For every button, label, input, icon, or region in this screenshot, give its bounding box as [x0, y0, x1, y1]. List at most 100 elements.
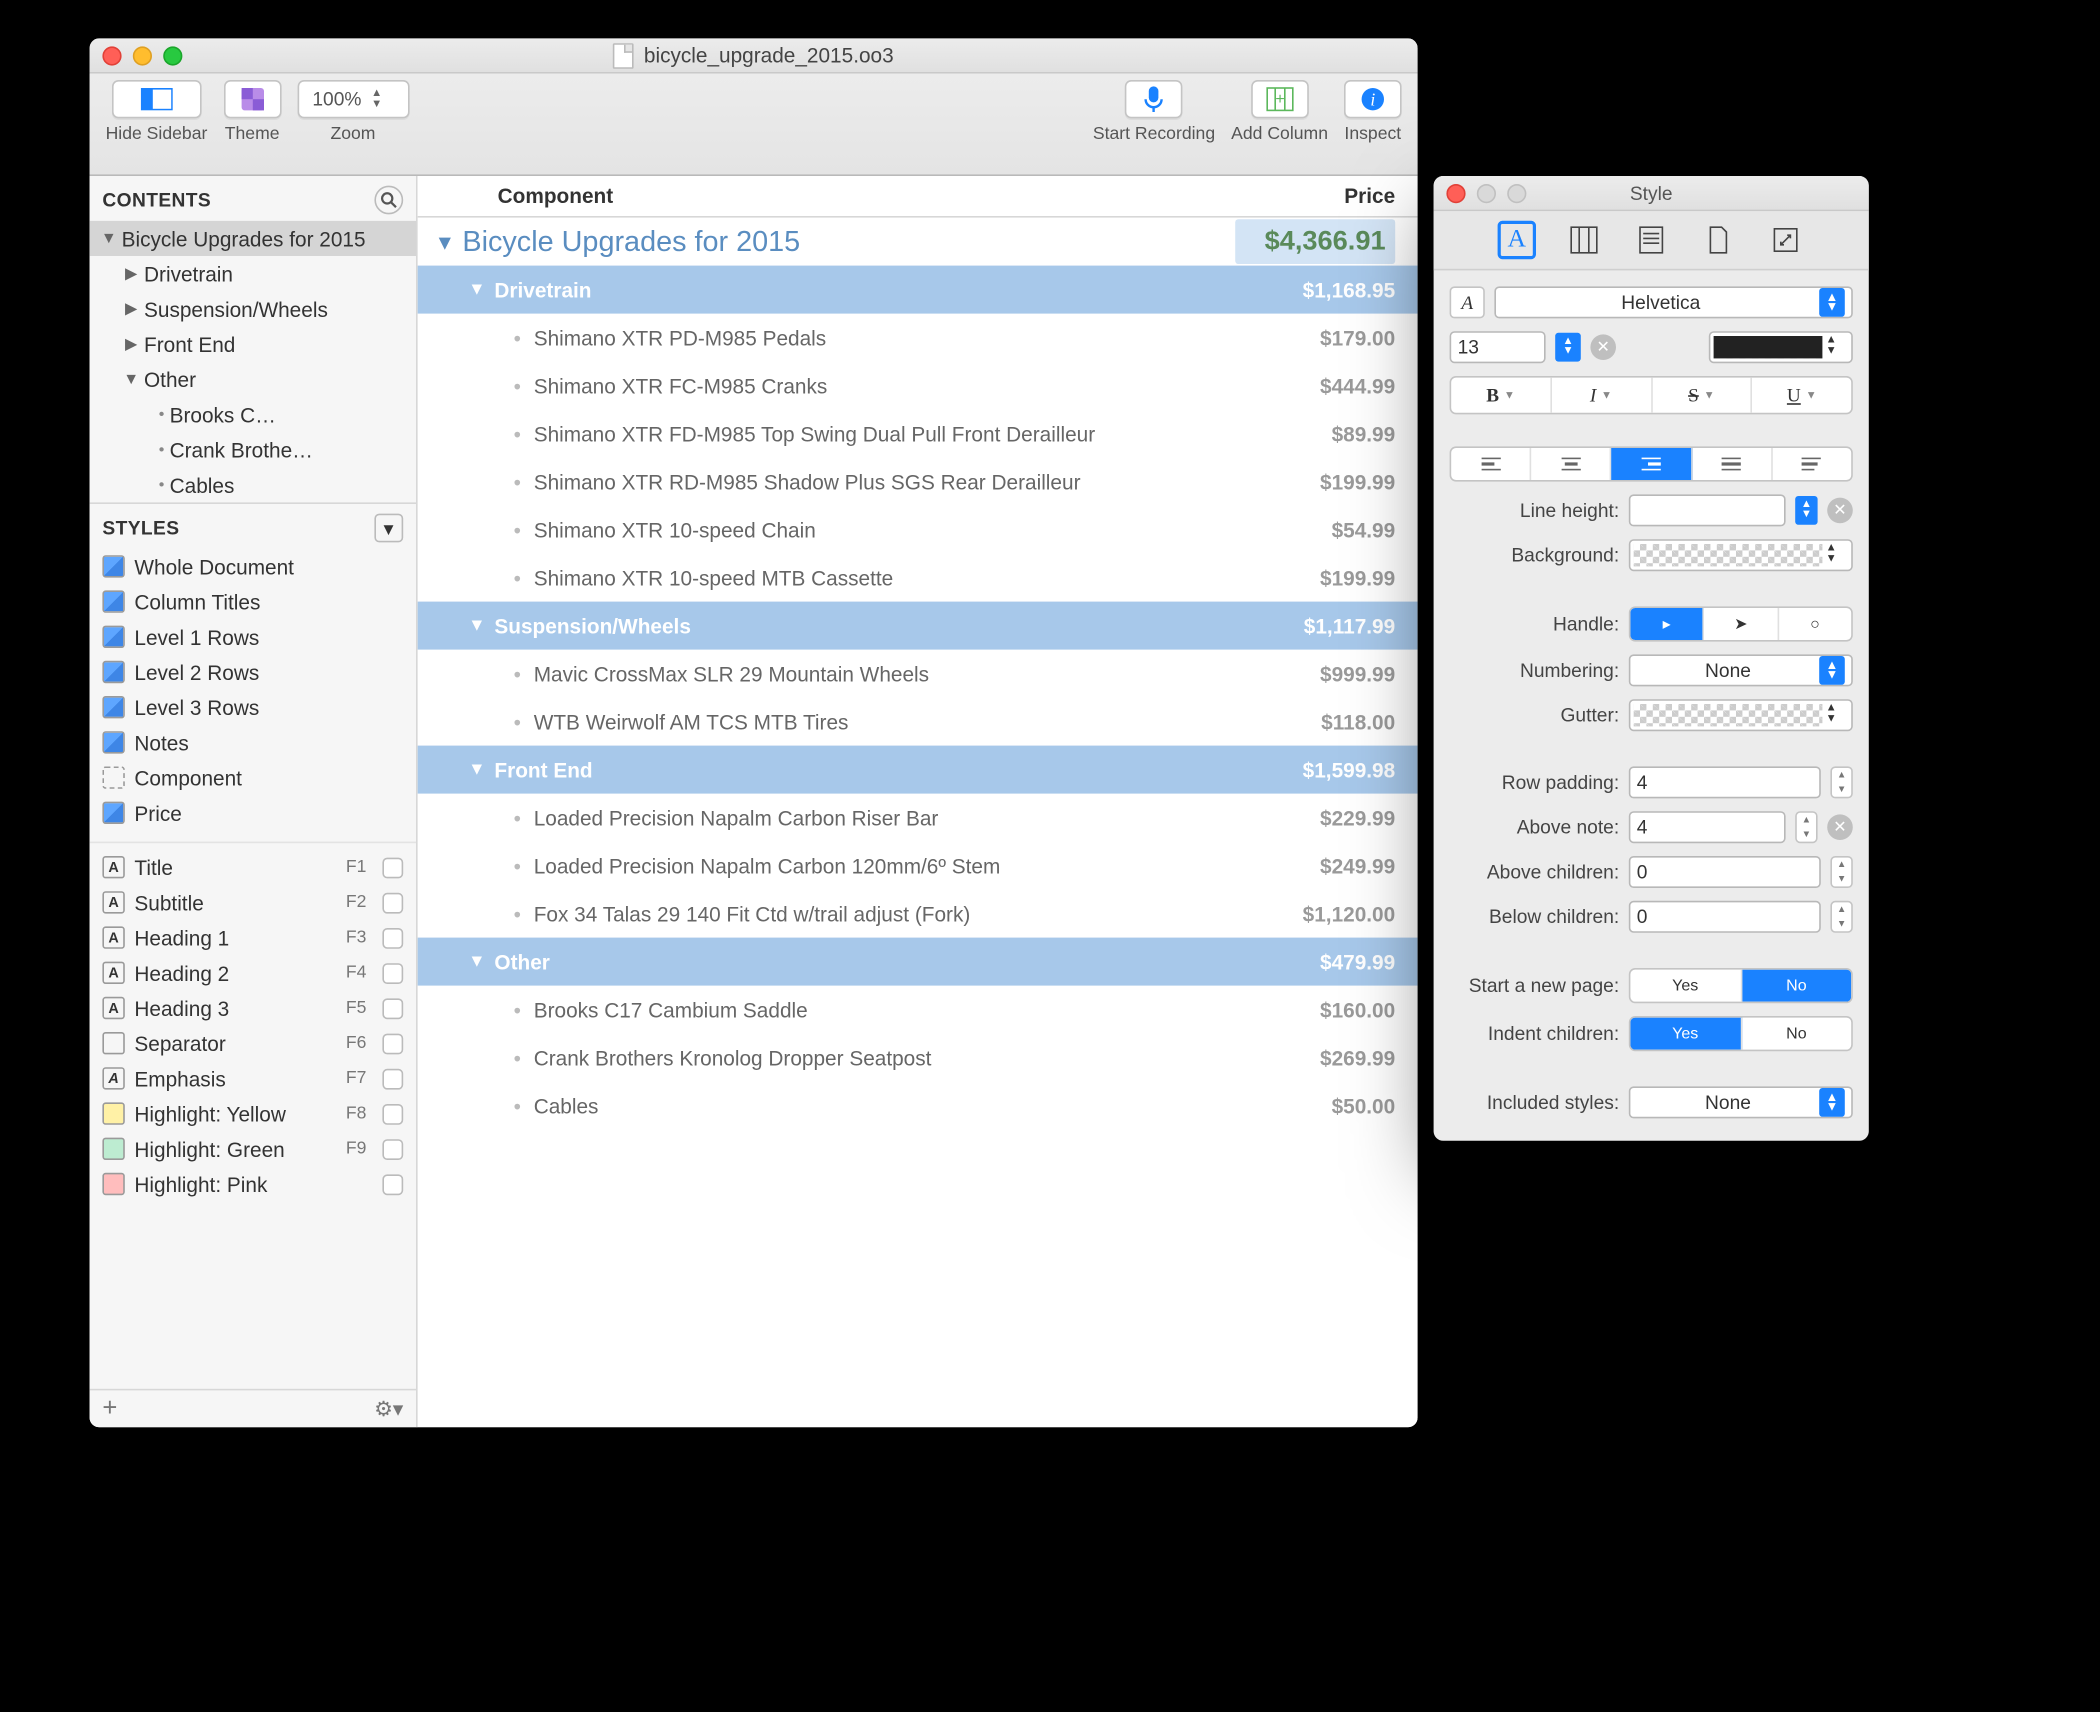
tree-row[interactable]: ▶Front End	[90, 326, 416, 361]
style-row[interactable]: ATitleF1	[90, 850, 416, 885]
style-row[interactable]: Level 1 Rows	[90, 619, 416, 654]
italic-button[interactable]: I▼	[1552, 378, 1652, 413]
style-row[interactable]: SeparatorF6	[90, 1026, 416, 1061]
outline-row[interactable]: •Shimano XTR FC-M985 Cranks$444.99	[418, 362, 1418, 410]
style-checkbox[interactable]	[382, 857, 403, 878]
theme-button[interactable]	[223, 80, 281, 118]
tree-row[interactable]: ▶Drivetrain	[90, 256, 416, 291]
clear-above-note-button[interactable]: ✕	[1827, 814, 1853, 840]
outline-row[interactable]: •Crank Brothers Kronolog Dropper Seatpos…	[418, 1034, 1418, 1082]
style-checkbox[interactable]	[382, 1174, 403, 1195]
outline-row[interactable]: ▼Other$479.99	[418, 938, 1418, 986]
outline-row[interactable]: •Fox 34 Talas 29 140 Fit Ctd w/trail adj…	[418, 890, 1418, 938]
align-center-button[interactable]	[1532, 448, 1612, 480]
search-icon[interactable]	[374, 186, 403, 215]
window-zoom-button[interactable]	[163, 46, 182, 65]
window-minimize-button[interactable]	[133, 46, 152, 65]
below-children-stepper[interactable]: ▲▼	[1830, 901, 1852, 933]
outline-row[interactable]: •Cables$50.00	[418, 1082, 1418, 1130]
align-justify-button[interactable]	[1692, 448, 1772, 480]
clear-line-height-button[interactable]: ✕	[1827, 498, 1853, 524]
style-checkbox[interactable]	[382, 892, 403, 913]
outline-row[interactable]: •Shimano XTR PD-M985 Pedals$179.00	[418, 314, 1418, 362]
text-color-well[interactable]: ▲▼	[1709, 331, 1853, 363]
tree-row[interactable]: •Crank Brothe…	[90, 432, 416, 467]
disclosure-icon[interactable]: ▶	[122, 335, 141, 353]
tree-row[interactable]: •Cables	[90, 467, 416, 502]
outline-row[interactable]: •Shimano XTR 10-speed MTB Cassette$199.9…	[418, 554, 1418, 602]
align-right-button[interactable]	[1612, 448, 1692, 480]
tab-columns-icon[interactable]	[1565, 221, 1603, 259]
handle-arrow-button[interactable]: ➤	[1705, 608, 1779, 640]
column-component[interactable]: Component	[498, 184, 1236, 208]
numbering-select[interactable]: None▲▼	[1629, 654, 1853, 686]
align-left-button[interactable]	[1451, 448, 1531, 480]
indent-children-yes[interactable]: Yes	[1630, 1018, 1741, 1050]
above-note-stepper[interactable]: ▲▼	[1795, 811, 1817, 843]
outline-row[interactable]: •WTB Weirwolf AM TCS MTB Tires$118.00	[418, 698, 1418, 746]
outline-row[interactable]: •Loaded Precision Napalm Carbon 120mm/6º…	[418, 842, 1418, 890]
line-height-stepper[interactable]: ▲▼	[1795, 496, 1817, 525]
row-padding-input[interactable]: 4	[1629, 766, 1821, 798]
disclosure-icon[interactable]: ▼	[99, 230, 118, 248]
font-size-stepper[interactable]: ▲▼	[1555, 333, 1581, 362]
style-row[interactable]: Notes	[90, 725, 416, 760]
style-row[interactable]: Level 2 Rows	[90, 654, 416, 689]
included-styles-select[interactable]: None▲▼	[1629, 1086, 1853, 1118]
disclosure-icon[interactable]: ▼	[466, 760, 488, 779]
style-checkbox[interactable]	[382, 927, 403, 948]
hide-sidebar-button[interactable]	[112, 80, 202, 118]
disclosure-icon[interactable]: ▼	[122, 370, 141, 388]
outline-row[interactable]: ▼Front End$1,599.98	[418, 746, 1418, 794]
outline-row[interactable]: •Mavic CrossMax SLR 29 Mountain Wheels$9…	[418, 650, 1418, 698]
style-row[interactable]: ASubtitleF2	[90, 885, 416, 920]
outline-row[interactable]: •Shimano XTR 10-speed Chain$54.99	[418, 506, 1418, 554]
tree-row[interactable]: •Brooks C…	[90, 397, 416, 432]
zoom-select[interactable]: 100% ▲▼	[297, 80, 409, 118]
below-children-input[interactable]: 0	[1629, 901, 1821, 933]
outline-row[interactable]: •Loaded Precision Napalm Carbon Riser Ba…	[418, 794, 1418, 842]
disclosure-icon[interactable]: ▼	[466, 280, 488, 299]
outline-row[interactable]: ▼Drivetrain$1,168.95	[418, 266, 1418, 314]
align-natural-button[interactable]	[1773, 448, 1852, 480]
tab-style-icon[interactable]: A	[1498, 221, 1536, 259]
style-row[interactable]: AHeading 1F3	[90, 920, 416, 955]
tab-size-icon[interactable]	[1766, 221, 1804, 259]
style-checkbox[interactable]	[382, 1138, 403, 1159]
style-row[interactable]: Highlight: GreenF9	[90, 1131, 416, 1166]
disclosure-icon[interactable]: ▼	[434, 230, 456, 254]
font-size-input[interactable]: 13	[1450, 331, 1546, 363]
tab-outline-icon[interactable]	[1632, 221, 1670, 259]
start-recording-button[interactable]	[1125, 80, 1183, 118]
tab-document-icon[interactable]	[1699, 221, 1737, 259]
tree-row[interactable]: ▼Bicycle Upgrades for 2015	[90, 221, 416, 256]
bold-button[interactable]: B▼	[1451, 378, 1551, 413]
outline-row[interactable]: •Brooks C17 Cambium Saddle$160.00	[418, 986, 1418, 1034]
background-color-well[interactable]: ▲▼	[1629, 539, 1853, 571]
gutter-color-well[interactable]: ▲▼	[1629, 699, 1853, 731]
disclosure-icon[interactable]: ▼	[466, 952, 488, 971]
start-page-yes[interactable]: Yes	[1630, 970, 1741, 1002]
tree-row[interactable]: ▶Suspension/Wheels	[90, 291, 416, 326]
start-page-no[interactable]: No	[1742, 970, 1852, 1002]
outline-row[interactable]: ▼Bicycle Upgrades for 2015$4,366.91	[418, 218, 1418, 266]
style-row[interactable]: AHeading 2F4	[90, 955, 416, 990]
clear-font-size-button[interactable]: ✕	[1590, 334, 1616, 360]
outline-row[interactable]: ▼Suspension/Wheels$1,117.99	[418, 602, 1418, 650]
line-height-input[interactable]	[1629, 494, 1786, 526]
style-checkbox[interactable]	[382, 1033, 403, 1054]
row-padding-stepper[interactable]: ▲▼	[1830, 766, 1852, 798]
style-checkbox[interactable]	[382, 962, 403, 983]
inspect-button[interactable]: i	[1344, 80, 1402, 118]
handle-disclosure-button[interactable]: ▸	[1630, 608, 1704, 640]
add-column-button[interactable]: +	[1251, 80, 1309, 118]
sidebar-gear-icon[interactable]: ⚙▾	[374, 1396, 403, 1422]
style-checkbox[interactable]	[382, 1068, 403, 1089]
above-children-input[interactable]: 0	[1629, 856, 1821, 888]
style-row[interactable]: AEmphasisF7	[90, 1061, 416, 1096]
column-price[interactable]: Price	[1235, 184, 1395, 208]
style-checkbox[interactable]	[382, 1103, 403, 1124]
styles-menu-button[interactable]: ▾	[374, 514, 403, 543]
tree-row[interactable]: ▼Other	[90, 362, 416, 397]
style-row[interactable]: Whole Document	[90, 549, 416, 584]
